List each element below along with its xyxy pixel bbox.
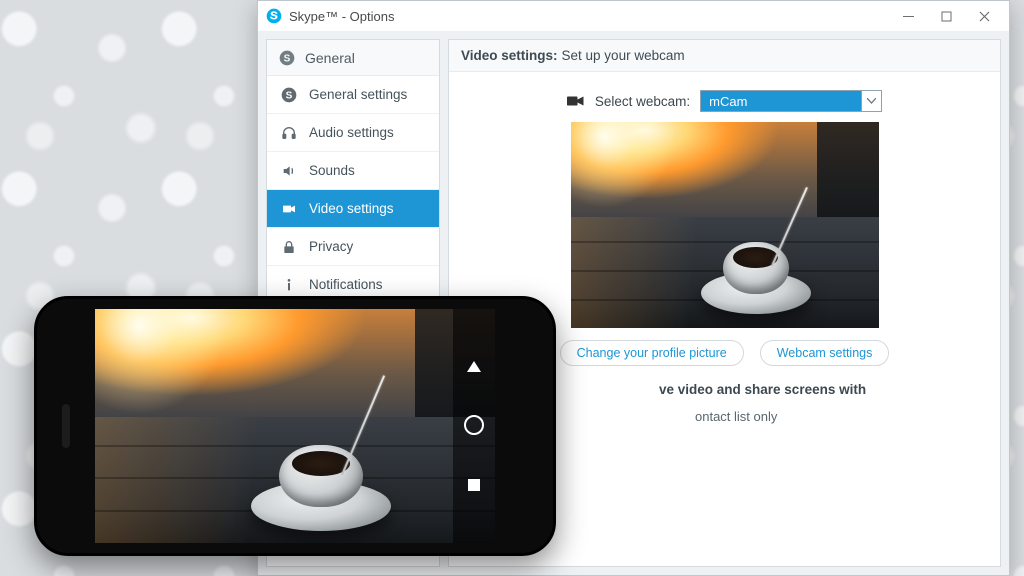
close-button[interactable] [965, 3, 1003, 29]
flash-toggle-icon[interactable] [467, 361, 481, 372]
phone-screen[interactable] [95, 309, 495, 543]
sidebar-header-label: General [305, 50, 355, 66]
skype-icon: S [281, 87, 297, 103]
lock-icon [281, 239, 297, 255]
webcam-select-value: mCam [701, 91, 861, 111]
chevron-down-icon [861, 91, 881, 111]
change-profile-picture-button[interactable]: Change your profile picture [560, 340, 744, 366]
video-icon [281, 201, 297, 217]
headphones-icon [281, 125, 297, 141]
titlebar[interactable]: Skype™ - Options [258, 1, 1009, 31]
sidebar-item-audio-settings[interactable]: Audio settings [267, 114, 439, 152]
receive-video-option[interactable]: ontact list only [695, 409, 1000, 424]
sidebar-item-label: General settings [309, 87, 407, 102]
maximize-button[interactable] [927, 3, 965, 29]
window-title: Skype™ - Options [289, 9, 395, 24]
sidebar-item-label: Notifications [309, 277, 383, 292]
speaker-icon [281, 163, 297, 179]
sidebar-item-label: Sounds [309, 163, 355, 178]
phone-earpiece [62, 404, 70, 448]
skype-icon [266, 8, 282, 24]
webcam-settings-button[interactable]: Webcam settings [760, 340, 890, 366]
sidebar-item-label: Video settings [309, 201, 394, 216]
sidebar-item-label: Audio settings [309, 125, 394, 140]
sidebar-item-video-settings[interactable]: Video settings [267, 190, 439, 228]
video-icon [567, 94, 585, 108]
sidebar-item-label: Privacy [309, 239, 353, 254]
phone-bezel [37, 299, 95, 553]
panel-header-title: Video settings: [461, 48, 558, 63]
webcam-preview [571, 122, 879, 328]
panel-header: Video settings: Set up your webcam [449, 40, 1000, 72]
svg-text:S: S [284, 53, 291, 64]
select-webcam-label: Select webcam: [595, 94, 690, 109]
skype-icon: S [279, 50, 295, 66]
shutter-button[interactable] [464, 415, 484, 435]
sidebar-item-privacy[interactable]: Privacy [267, 228, 439, 266]
panel-header-subtitle: Set up your webcam [562, 48, 685, 63]
sidebar-item-sounds[interactable]: Sounds [267, 152, 439, 190]
info-icon [281, 277, 297, 293]
receive-video-section-title: ve video and share screens with [659, 382, 1000, 397]
webcam-select[interactable]: mCam [700, 90, 882, 112]
minimize-button[interactable] [889, 3, 927, 29]
mode-switch-icon[interactable] [468, 479, 480, 491]
sidebar-header-general[interactable]: S General [267, 40, 439, 76]
svg-text:S: S [286, 90, 293, 101]
phone-device [34, 296, 556, 556]
sidebar-item-general-settings[interactable]: S General settings [267, 76, 439, 114]
phone-camera-controls [453, 309, 495, 543]
